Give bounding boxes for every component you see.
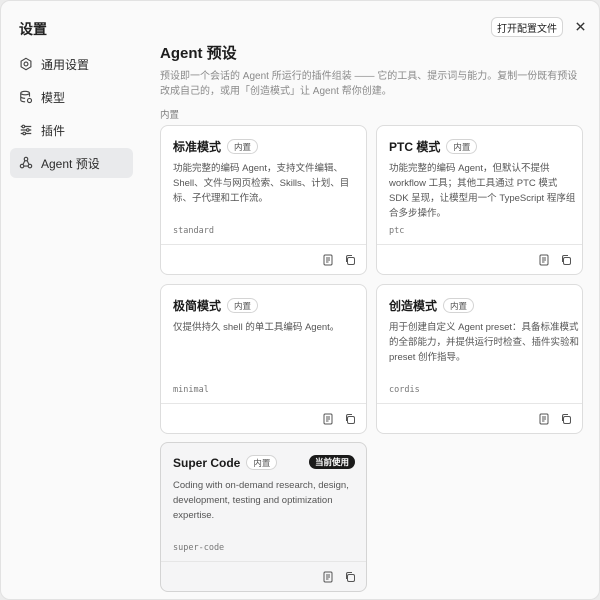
section-label-builtin: 内置 <box>160 110 180 121</box>
card-divider <box>161 244 366 245</box>
card-actions <box>322 254 356 266</box>
card-description: 用于创建自定义 Agent preset：具备标准模式的全部能力，并提供运行时检… <box>389 322 580 363</box>
view-document-icon[interactable] <box>538 413 550 425</box>
card-actions <box>538 254 572 266</box>
card-description: 仅提供持久 shell 的单工具编码 Agent。 <box>173 322 340 333</box>
sidebar-title: 设置 <box>19 21 47 37</box>
card-id: cordis <box>389 385 420 395</box>
card-title: Super Code <box>173 455 241 470</box>
copy-icon[interactable] <box>344 413 356 425</box>
copy-icon[interactable] <box>344 254 356 266</box>
card-actions <box>322 571 356 583</box>
card-actions <box>538 413 572 425</box>
preset-card-ptc[interactable]: PTC 模式 内置 功能完整的编码 Agent，但默认不提供 workflow … <box>376 125 583 275</box>
card-divider <box>377 403 582 404</box>
sidebar-item-general[interactable]: 通用设置 <box>10 49 133 79</box>
card-title: 创造模式 <box>389 299 438 313</box>
card-description: Coding with on-demand research, design, … <box>173 480 349 521</box>
settings-window: 设置 通用设置 模型 插件 Agent 预设 打开配置文件 Agent 预设 预… <box>0 0 600 600</box>
sidebar: 设置 通用设置 模型 插件 Agent 预设 <box>1 1 144 599</box>
card-title: 标准模式 <box>173 140 222 154</box>
view-document-icon[interactable] <box>538 254 550 266</box>
card-description: 功能完整的编码 Agent，但默认不提供 workflow 工具；其他工具通过 … <box>389 163 576 219</box>
card-description: 功能完整的编码 Agent，支持文件编辑、Shell、文件与网页检索、Skill… <box>173 163 350 204</box>
close-icon <box>575 19 586 36</box>
sidebar-item-plugins[interactable]: 插件 <box>10 115 133 145</box>
card-id: minimal <box>173 385 209 395</box>
preset-card-minimal[interactable]: 极简模式 内置 仅提供持久 shell 的单工具编码 Agent。 minima… <box>160 284 367 434</box>
card-id: ptc <box>389 226 405 236</box>
current-in-use-badge: 当前使用 <box>308 455 355 469</box>
builtin-badge: 内置 <box>246 455 278 470</box>
view-document-icon[interactable] <box>322 413 334 425</box>
agent-icon <box>19 156 33 170</box>
card-title: PTC 模式 <box>389 140 441 154</box>
copy-icon[interactable] <box>560 413 572 425</box>
page-title: Agent 预设 <box>160 45 237 62</box>
card-title: 极简模式 <box>173 299 222 313</box>
database-icon <box>19 90 33 104</box>
sidebar-item-label: 通用设置 <box>41 57 90 72</box>
card-divider <box>377 244 582 245</box>
gear-icon <box>19 57 33 71</box>
view-document-icon[interactable] <box>322 571 334 583</box>
preset-card-super-code[interactable]: Super Code 内置 当前使用 Coding with on-demand… <box>160 442 367 592</box>
card-id: super-code <box>173 543 225 553</box>
sidebar-item-label: Agent 预设 <box>41 156 100 171</box>
card-divider <box>161 561 366 562</box>
card-divider <box>161 403 366 404</box>
sidebar-item-label: 插件 <box>41 123 66 138</box>
close-button[interactable] <box>571 17 589 37</box>
view-document-icon[interactable] <box>322 254 334 266</box>
page-description: 预设即一个会话的 Agent 所运行的插件组装 —— 它的工具、提示词与能力。复… <box>160 71 578 97</box>
sidebar-nav: 通用设置 模型 插件 Agent 预设 <box>10 49 133 181</box>
builtin-badge: 内置 <box>227 139 259 154</box>
preset-card-cordis[interactable]: 创造模式 内置 用于创建自定义 Agent preset：具备标准模式的全部能力… <box>376 284 583 434</box>
open-config-button[interactable]: 打开配置文件 <box>491 17 563 37</box>
builtin-badge: 内置 <box>443 298 475 313</box>
sidebar-item-label: 模型 <box>41 90 66 105</box>
sidebar-item-models[interactable]: 模型 <box>10 82 133 112</box>
sliders-icon <box>19 123 33 137</box>
copy-icon[interactable] <box>560 254 572 266</box>
builtin-badge: 内置 <box>446 139 478 154</box>
card-actions <box>322 413 356 425</box>
card-id: standard <box>173 226 214 236</box>
sidebar-item-agent-presets[interactable]: Agent 预设 <box>10 148 133 178</box>
preset-card-standard[interactable]: 标准模式 内置 功能完整的编码 Agent，支持文件编辑、Shell、文件与网页… <box>160 125 367 275</box>
copy-icon[interactable] <box>344 571 356 583</box>
builtin-badge: 内置 <box>227 298 259 313</box>
